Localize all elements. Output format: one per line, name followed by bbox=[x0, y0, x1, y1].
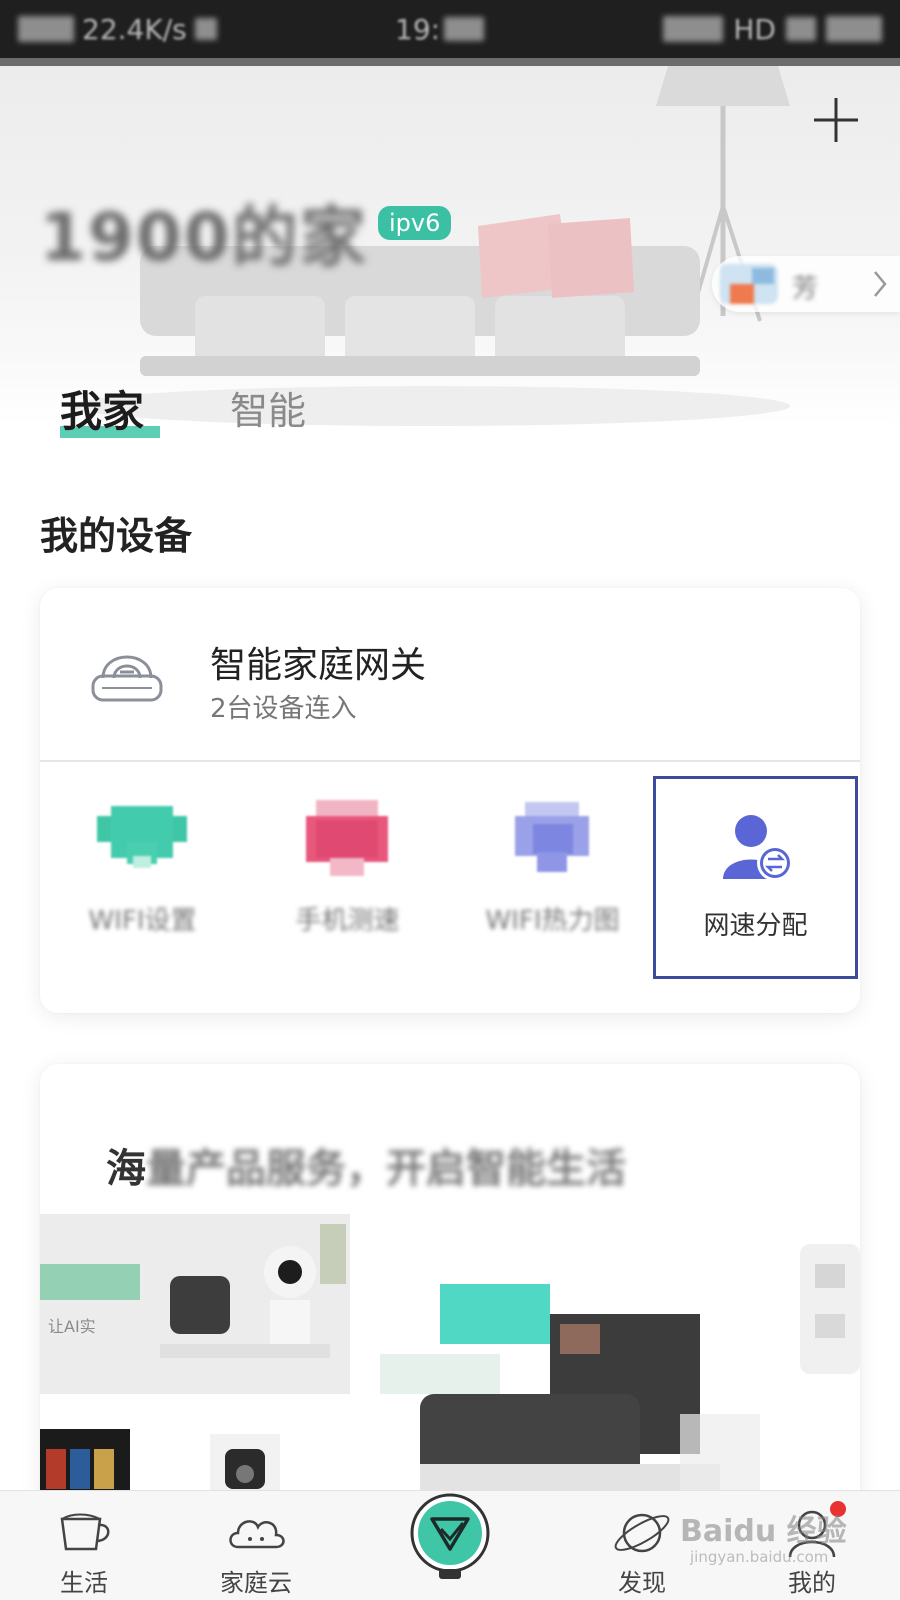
nav-label: 我的 bbox=[788, 1569, 836, 1597]
status-time-minutes bbox=[444, 17, 485, 41]
speed-test-icon bbox=[306, 800, 388, 876]
family-member-switcher[interactable]: 芳 bbox=[712, 256, 900, 312]
member-avatar bbox=[720, 264, 778, 304]
status-bar-left: 22.4K/s bbox=[18, 12, 217, 46]
chevron-right-icon bbox=[874, 271, 887, 297]
nav-life[interactable]: 生活 bbox=[14, 1491, 154, 1600]
cloud-icon bbox=[229, 1520, 285, 1549]
carrier-signal-icon bbox=[18, 16, 74, 42]
tool-bandwidth-allocation[interactable]: 网速分配 bbox=[653, 776, 858, 979]
ipv6-badge: ipv6 bbox=[378, 206, 452, 240]
home-header: 1900的家 ipv6 芳 bbox=[0, 66, 900, 426]
wifi-settings-icon bbox=[97, 806, 187, 868]
tab-smart[interactable]: 智能 bbox=[230, 380, 306, 435]
tab-my-home[interactable]: 我家 bbox=[60, 378, 144, 439]
notification-icon bbox=[194, 18, 217, 40]
nav-label: 生活 bbox=[60, 1569, 108, 1597]
member-name: 芳 bbox=[792, 274, 819, 304]
promo-card[interactable]: 海量产品服务，开启智能生活 让AI实 bbox=[40, 1064, 860, 1504]
bandwidth-allocation-icon bbox=[723, 815, 793, 881]
banner-text: 让AI实 bbox=[48, 1317, 96, 1336]
tool-wifi-settings[interactable]: WIFI设置 bbox=[40, 774, 245, 974]
battery-icon bbox=[826, 16, 882, 42]
wifi-icon bbox=[786, 17, 816, 41]
nav-label: 家庭云 bbox=[220, 1569, 292, 1597]
status-bar: 22.4K/s 19: HD bbox=[0, 0, 900, 58]
tool-label: 手机测速 bbox=[295, 906, 400, 936]
gateway-title: 智能家庭网关 bbox=[210, 645, 427, 686]
watermark: Baidu 经验 bbox=[680, 1514, 847, 1549]
card-divider bbox=[40, 760, 860, 762]
status-bar-divider bbox=[0, 58, 900, 66]
status-bar-clock: 19: bbox=[395, 12, 485, 46]
gateway-card[interactable]: 智能家庭网关 2台设备连入 WIFI设置 手机测速 WIFI热力图 网速分配 bbox=[40, 588, 860, 1013]
promo-title-prefix: 海 bbox=[106, 1146, 146, 1192]
section-title-my-devices: 我的设备 bbox=[40, 514, 193, 558]
planet-icon bbox=[614, 1513, 670, 1553]
tool-label: WIFI热力图 bbox=[485, 906, 620, 936]
home-logo-icon[interactable] bbox=[405, 1483, 495, 1583]
nav-family-cloud[interactable]: 家庭云 bbox=[186, 1491, 326, 1600]
smart-product-banner[interactable]: 让AI实 bbox=[40, 1214, 860, 1504]
network-speed: 22.4K/s bbox=[82, 12, 187, 46]
home-name[interactable]: 1900的家 bbox=[40, 184, 368, 280]
heatmap-icon bbox=[515, 802, 589, 872]
add-icon[interactable] bbox=[808, 92, 864, 148]
tool-wifi-heatmap[interactable]: WIFI热力图 bbox=[450, 774, 655, 974]
status-time: 19: bbox=[395, 12, 441, 46]
cup-icon bbox=[60, 1513, 110, 1551]
gateway-connected-count: 2台设备连入 bbox=[210, 694, 357, 724]
home-tabs: 我家 智能 bbox=[0, 378, 900, 448]
promo-title-rest: 量产品服务，开启智能生活 bbox=[146, 1146, 626, 1192]
tool-label: 网速分配 bbox=[703, 911, 808, 941]
nav-label: 发现 bbox=[618, 1569, 666, 1597]
signal-icon bbox=[663, 16, 724, 42]
network-type: HD bbox=[733, 12, 776, 46]
promo-title: 海量产品服务，开启智能生活 bbox=[106, 1136, 626, 1194]
tool-speed-test[interactable]: 手机测速 bbox=[245, 774, 450, 974]
tool-label: WIFI设置 bbox=[88, 906, 197, 936]
status-bar-right: HD bbox=[663, 12, 882, 46]
watermark-url: jingyan.baidu.com bbox=[690, 1548, 829, 1566]
router-icon bbox=[91, 655, 163, 702]
